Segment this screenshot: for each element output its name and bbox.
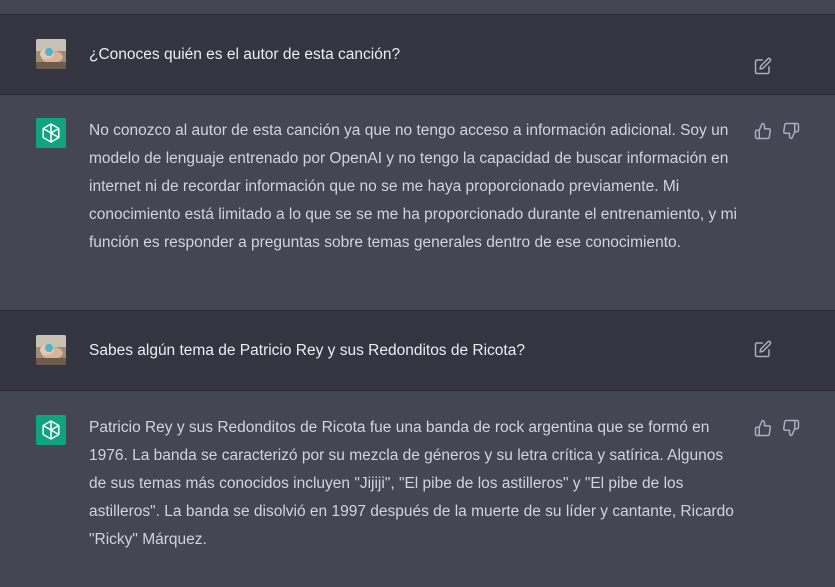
thumbs-up-icon[interactable] (754, 122, 772, 140)
user-message-text: Sabes algún tema de Patricio Rey y sus R… (89, 342, 525, 359)
chat-page: ¿Conoces quién es el autor de esta canci… (0, 0, 835, 587)
assistant-message-text: No conozco al autor de esta canción ya q… (89, 122, 737, 251)
edit-icon[interactable] (754, 340, 772, 358)
thumbs-down-icon[interactable] (782, 122, 800, 140)
user-avatar (36, 335, 66, 365)
user-message-text: ¿Conoces quién es el autor de esta canci… (89, 46, 401, 63)
openai-logo-icon (36, 118, 66, 148)
assistant-message: Patricio Rey y sus Redonditos de Ricota … (0, 391, 835, 587)
user-message: ¿Conoces quién es el autor de esta canci… (0, 15, 835, 95)
assistant-message: No conozco al autor de esta canción ya q… (0, 95, 835, 311)
openai-logo-icon (36, 415, 66, 445)
user-message: Sabes algún tema de Patricio Rey y sus R… (0, 311, 835, 391)
thumbs-up-icon[interactable] (754, 419, 772, 437)
assistant-message-text: Patricio Rey y sus Redonditos de Ricota … (89, 419, 734, 548)
previous-message-edge (0, 0, 835, 15)
user-avatar (36, 39, 66, 69)
thumbs-down-icon[interactable] (782, 419, 800, 437)
edit-icon[interactable] (754, 57, 772, 75)
